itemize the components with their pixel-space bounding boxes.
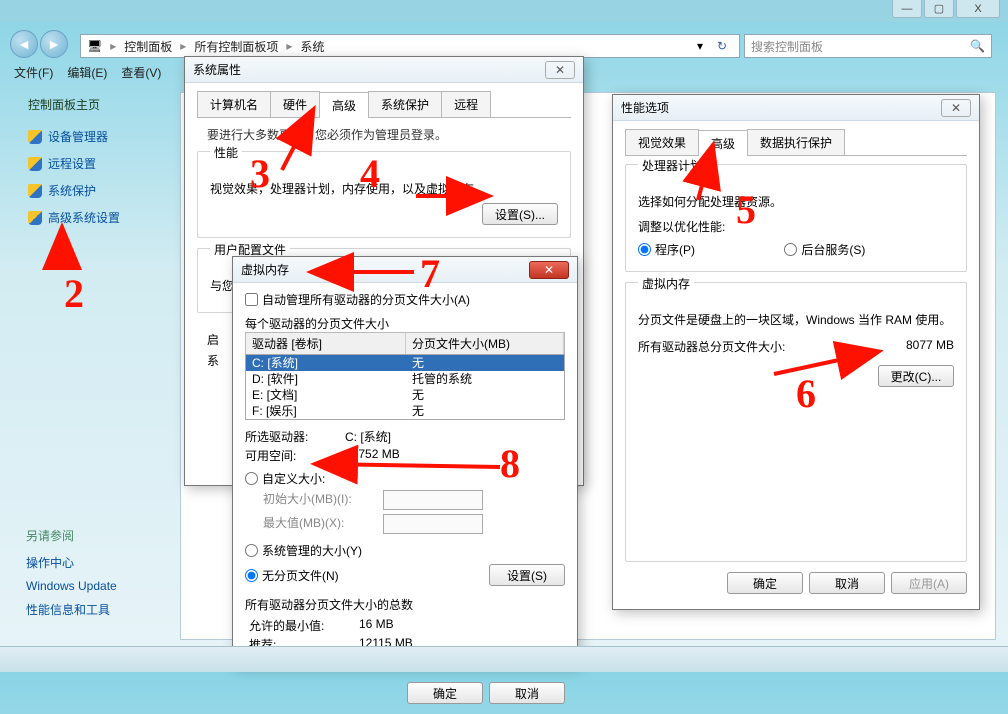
total-paging-size: 8077 MB — [906, 338, 954, 352]
link-action-center[interactable]: 操作中心 — [26, 550, 117, 575]
dialog-title: 性能选项 — [621, 99, 669, 116]
crumb-control-panel[interactable]: 控制面板 — [124, 38, 172, 55]
refresh-icon[interactable]: ↻ — [711, 39, 733, 53]
change-virtual-memory-button[interactable]: 更改(C)... — [878, 365, 954, 387]
drive-row[interactable]: C: [系统]无 — [246, 355, 564, 371]
tab-dep[interactable]: 数据执行保护 — [747, 129, 845, 155]
drive-row[interactable]: D: [软件]托管的系统 — [246, 371, 564, 387]
search-input[interactable]: 搜索控制面板 🔍 — [744, 34, 992, 58]
cancel-button[interactable]: 取消 — [489, 682, 565, 704]
radio-system-managed[interactable]: 系统管理的大小(Y) — [245, 542, 362, 559]
admin-note: 要进行大多数更改，您必须作为管理员登录。 — [207, 126, 571, 143]
ok-button[interactable]: 确定 — [727, 572, 803, 594]
shield-icon — [28, 157, 42, 171]
processor-scheduling-group: 处理器计划 选择如何分配处理器资源。 调整以优化性能: 程序(P) 后台服务(S… — [625, 164, 967, 272]
close-icon[interactable]: ✕ — [529, 261, 569, 279]
shield-icon — [28, 211, 42, 225]
shield-icon — [28, 130, 42, 144]
sidebar-remote-settings[interactable]: 远程设置 — [10, 150, 170, 177]
set-button[interactable]: 设置(S) — [489, 564, 565, 586]
drive-row[interactable]: E: [文档]无 — [246, 387, 564, 403]
crumb-system[interactable]: 系统 — [300, 38, 324, 55]
close-button[interactable]: X — [956, 0, 1000, 18]
perf-options-tabs: 视觉效果 高级 数据执行保护 — [625, 129, 967, 156]
sidebar-system-protection[interactable]: 系统保护 — [10, 177, 170, 204]
sidebar: 控制面板主页 设备管理器 远程设置 系统保护 高级系统设置 — [10, 96, 170, 231]
tab-remote[interactable]: 远程 — [441, 91, 491, 117]
tab-computer-name[interactable]: 计算机名 — [197, 91, 271, 117]
drives-list[interactable]: C: [系统]无 D: [软件]托管的系统 E: [文档]无 F: [娱乐]无 … — [245, 354, 565, 420]
menu-edit[interactable]: 编辑(E) — [67, 64, 107, 86]
dialog-title: 虚拟内存 — [241, 261, 289, 278]
system-properties-tabs: 计算机名 硬件 高级 系统保护 远程 — [197, 91, 571, 118]
drives-header: 驱动器 [卷标] 分页文件大小(MB) — [245, 332, 565, 354]
sidebar-heading: 控制面板主页 — [10, 96, 170, 113]
dialog-title: 系统属性 — [193, 61, 241, 78]
radio-programs[interactable]: 程序(P) — [638, 241, 695, 258]
annotation-2: 2 — [64, 270, 84, 317]
crumb-all-items[interactable]: 所有控制面板项 — [194, 38, 278, 55]
free-space: 21752 MB — [345, 447, 565, 464]
tab-hardware[interactable]: 硬件 — [270, 91, 320, 117]
ok-button[interactable]: 确定 — [407, 682, 483, 704]
radio-no-paging-file[interactable]: 无分页文件(N) — [245, 567, 339, 584]
virtual-memory-group: 虚拟内存 分页文件是硬盘上的一块区域，Windows 当作 RAM 使用。 所有… — [625, 282, 967, 562]
computer-icon: 🖥 — [87, 39, 102, 53]
tab-system-protection[interactable]: 系统保护 — [368, 91, 442, 117]
performance-options-dialog: 性能选项 ✕ 视觉效果 高级 数据执行保护 处理器计划 选择如何分配处理器资源。… — [612, 94, 980, 610]
minimize-button[interactable]: — — [892, 0, 922, 18]
address-dropdown[interactable]: ▾ — [697, 39, 703, 53]
nav-forward-button[interactable]: ► — [40, 30, 68, 58]
auto-manage-checkbox[interactable]: 自动管理所有驱动器的分页文件大小(A) — [245, 291, 470, 308]
breadcrumb[interactable]: 🖥 ▸ 控制面板 ▸ 所有控制面板项 ▸ 系统 ▾ ↻ — [80, 34, 740, 58]
tab-advanced[interactable]: 高级 — [698, 130, 748, 156]
link-perf-info[interactable]: 性能信息和工具 — [26, 597, 117, 622]
link-windows-update[interactable]: Windows Update — [26, 575, 117, 597]
sidebar-device-manager[interactable]: 设备管理器 — [10, 123, 170, 150]
close-icon[interactable]: ✕ — [545, 61, 575, 79]
initial-size-input[interactable] — [383, 490, 483, 510]
search-icon[interactable]: 🔍 — [970, 39, 985, 53]
apply-button[interactable]: 应用(A) — [891, 572, 967, 594]
menu-file[interactable]: 文件(F) — [14, 64, 53, 86]
radio-custom-size[interactable]: 自定义大小: — [245, 470, 325, 487]
menu-view[interactable]: 查看(V) — [121, 64, 161, 86]
tab-visual-effects[interactable]: 视觉效果 — [625, 129, 699, 155]
drive-row[interactable]: G: [视频]无 — [246, 419, 564, 420]
selected-drive: C: [系统] — [345, 428, 565, 445]
statusbar — [0, 646, 1008, 672]
virtual-memory-dialog: 虚拟内存 ✕ 自动管理所有驱动器的分页文件大小(A) 每个驱动器的分页文件大小 … — [232, 256, 578, 666]
cancel-button[interactable]: 取消 — [809, 572, 885, 594]
titlebar: — ▢ X — [0, 0, 1008, 22]
performance-settings-button[interactable]: 设置(S)... — [482, 203, 558, 225]
max-size-input[interactable] — [383, 514, 483, 534]
breadcrumb-sep: ▸ — [110, 39, 116, 53]
min-value: 16 MB — [359, 617, 565, 634]
performance-group: 性能 视觉效果，处理器计划，内存使用，以及虚拟内存 设置(S)... — [197, 151, 571, 238]
tab-advanced[interactable]: 高级 — [319, 92, 369, 118]
see-also: 另请参阅 操作中心 Windows Update 性能信息和工具 — [26, 527, 117, 622]
nav-back-button[interactable]: ◄ — [10, 30, 38, 58]
drive-row[interactable]: F: [娱乐]无 — [246, 403, 564, 419]
radio-background-services[interactable]: 后台服务(S) — [784, 241, 865, 258]
shield-icon — [28, 184, 42, 198]
maximize-button[interactable]: ▢ — [924, 0, 954, 18]
close-icon[interactable]: ✕ — [941, 99, 971, 117]
sidebar-advanced-settings[interactable]: 高级系统设置 — [10, 204, 170, 231]
